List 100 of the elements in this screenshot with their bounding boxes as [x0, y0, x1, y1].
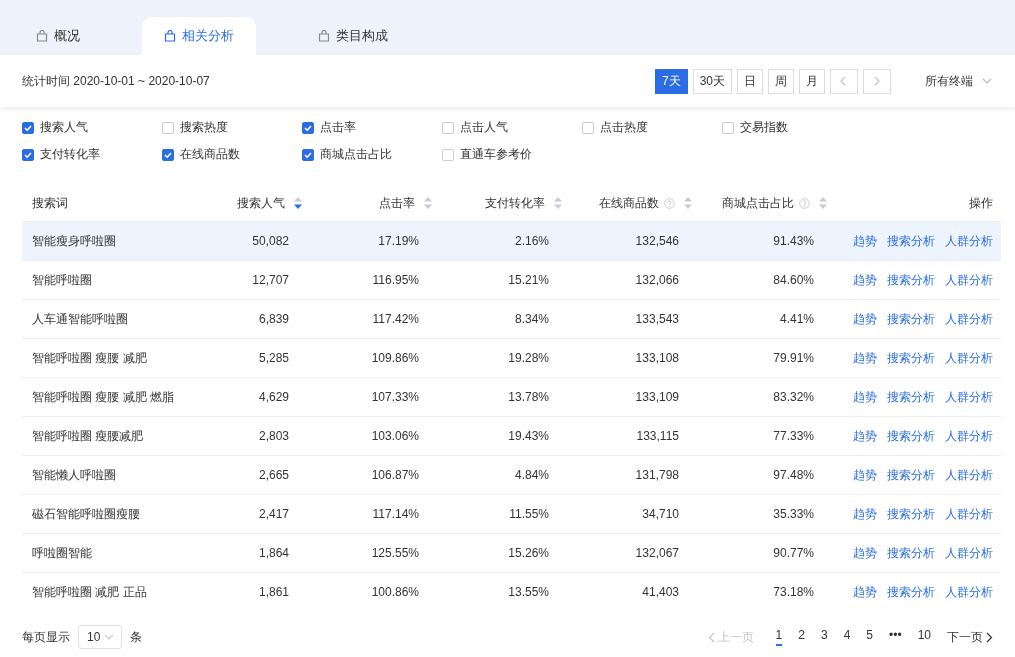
action-link[interactable]: 搜索分析 — [887, 310, 935, 328]
checkbox-label: 支付转化率 — [40, 146, 100, 163]
action-link[interactable]: 趋势 — [853, 349, 877, 367]
table-cell: 107.33% — [371, 390, 419, 404]
action-link[interactable]: 人群分析 — [945, 544, 993, 562]
tab[interactable]: 类目构成 — [296, 17, 410, 55]
table-cell: 132,546 — [635, 234, 679, 248]
column-header[interactable]: 商城点击占比 — [722, 194, 794, 212]
period-button[interactable]: 30天 — [692, 68, 732, 94]
action-link[interactable]: 人群分析 — [945, 466, 993, 484]
checkbox-label: 搜索热度 — [180, 119, 228, 136]
table-cell: 106.87% — [371, 468, 419, 482]
column-header[interactable]: 搜索人气 — [237, 194, 285, 212]
page-size-select[interactable]: 10 — [78, 625, 122, 649]
table-cell: 34,710 — [642, 507, 679, 521]
device-select[interactable]: 所有终端 — [925, 72, 993, 90]
table-row[interactable]: 智能瘦身呼啦圈 50,082 17.19% 2.16% 132,546 91.43% 趋势 搜索分析 人群分析 — [22, 221, 1001, 260]
action-link[interactable]: 搜索分析 — [887, 544, 935, 562]
page-size-unit: 条 — [130, 628, 142, 646]
date-range: 统计时间 2020-10-01 ~ 2020-10-07 — [22, 72, 211, 90]
table-row[interactable]: 呼啦圈智能 1,864 125.55% 15.26% 132,067 90.77% 趋势 搜索分析 人群分析 — [22, 533, 1001, 572]
table-row[interactable]: 智能呼啦圈 瘦腰减肥 2,803 103.06% 19.43% 133,115 77.33% 趋势 搜索分析 人群分析 — [22, 416, 1001, 455]
table-cell: 4.84% — [514, 468, 549, 482]
page-link[interactable]: 4 — [843, 628, 851, 646]
action-link[interactable]: 人群分析 — [945, 505, 993, 523]
prev-button[interactable] — [830, 68, 858, 94]
checkbox[interactable] — [302, 148, 314, 161]
table-cell: 12,707 — [252, 273, 289, 287]
action-link[interactable]: 趋势 — [853, 505, 877, 523]
action-link[interactable]: 人群分析 — [945, 427, 993, 445]
action-link[interactable]: 搜索分析 — [887, 466, 935, 484]
checkbox[interactable] — [22, 121, 34, 134]
column-header[interactable]: 在线商品数 — [599, 194, 659, 212]
action-link[interactable]: 趋势 — [853, 388, 877, 406]
action-link[interactable]: 趋势 — [853, 466, 877, 484]
checkbox-label: 点击人气 — [460, 119, 508, 136]
checkbox-label: 点击率 — [320, 119, 356, 136]
table-cell: 呼啦圈智能 — [32, 544, 92, 562]
action-link[interactable]: 人群分析 — [945, 310, 993, 328]
table-cell: 人车通智能呼啦圈 — [32, 310, 128, 328]
action-link[interactable]: 搜索分析 — [887, 232, 935, 250]
table-cell: 125.55% — [371, 546, 419, 560]
action-link[interactable]: 搜索分析 — [887, 388, 935, 406]
action-link[interactable]: 搜索分析 — [887, 349, 935, 367]
next-page-link[interactable]: 下一页 — [947, 628, 993, 646]
action-link[interactable]: 趋势 — [853, 583, 877, 601]
table-cell: 90.77% — [773, 546, 814, 560]
page-link[interactable]: 1 — [775, 628, 783, 646]
action-link[interactable]: 趋势 — [853, 310, 877, 328]
period-button[interactable]: 7天 — [654, 68, 688, 94]
checkbox-label: 商城点击占比 — [320, 146, 392, 163]
table-cell: 6,839 — [258, 312, 289, 326]
tab[interactable]: 相关分析 — [142, 17, 256, 55]
action-link[interactable]: 搜索分析 — [887, 505, 935, 523]
action-link[interactable]: 趋势 — [853, 271, 877, 289]
page-link[interactable]: 2 — [798, 628, 805, 646]
action-link[interactable]: 搜索分析 — [887, 271, 935, 289]
page-link[interactable]: 10 — [917, 628, 931, 646]
table-row[interactable]: 人车通智能呼啦圈 6,839 117.42% 8.34% 133,543 4.41% 趋势 搜索分析 人群分析 — [22, 299, 1001, 338]
table-cell: 智能懒人呼啦圈 — [32, 466, 116, 484]
checkbox[interactable] — [22, 148, 34, 161]
action-link[interactable]: 人群分析 — [945, 388, 993, 406]
action-link[interactable]: 趋势 — [853, 544, 877, 562]
table-row[interactable]: 智能呼啦圈 瘦腰 减肥 5,285 109.86% 19.28% 133,108 79.91% 趋势 搜索分析 人群分析 — [22, 338, 1001, 377]
column-header[interactable]: 点击率 — [379, 194, 415, 212]
action-link[interactable]: 趋势 — [853, 427, 877, 445]
action-link[interactable]: 人群分析 — [945, 583, 993, 601]
checkbox-label: 交易指数 — [740, 119, 788, 136]
table-cell: 13.78% — [508, 390, 549, 404]
table-row[interactable]: 磁石智能呼啦圈瘦腰 2,417 117.14% 11.55% 34,710 35.33% 趋势 搜索分析 人群分析 — [22, 494, 1001, 533]
action-link[interactable]: 搜索分析 — [887, 427, 935, 445]
action-link[interactable]: 人群分析 — [945, 232, 993, 250]
action-link[interactable]: 人群分析 — [945, 349, 993, 367]
tab[interactable]: 概况 — [14, 17, 102, 55]
table-cell: 1,864 — [258, 546, 289, 560]
table-row[interactable]: 智能呼啦圈 减肥 正品 1,861 100.86% 13.55% 41,403 73.18% 趋势 搜索分析 人群分析 — [22, 572, 1001, 611]
table-row[interactable]: 智能呼啦圈 12,707 116.95% 15.21% 132,066 84.60% 趋势 搜索分析 人群分析 — [22, 260, 1001, 299]
page-link[interactable]: ••• — [889, 628, 902, 646]
checkbox[interactable] — [302, 121, 314, 134]
page-link[interactable]: 3 — [820, 628, 828, 646]
column-header[interactable]: 支付转化率 — [485, 194, 545, 212]
table-cell: 19.28% — [508, 351, 549, 365]
checkbox-label: 搜索人气 — [40, 119, 88, 136]
page-link[interactable]: 5 — [866, 628, 874, 646]
checkbox[interactable] — [162, 148, 174, 161]
period-button[interactable]: 周 — [768, 68, 794, 94]
table-cell: 智能呼啦圈 瘦腰减肥 — [32, 427, 144, 445]
table-cell: 79.91% — [773, 351, 814, 365]
table-cell: 117.42% — [372, 312, 419, 326]
table-cell: 智能呼啦圈 减肥 正品 — [32, 583, 147, 601]
action-link[interactable]: 搜索分析 — [887, 583, 935, 601]
table-cell: 4,629 — [258, 390, 289, 404]
period-button[interactable]: 月 — [799, 68, 825, 94]
table-cell: 133,543 — [635, 312, 679, 326]
action-link[interactable]: 趋势 — [853, 232, 877, 250]
table-row[interactable]: 智能呼啦圈 瘦腰 减肥 燃脂 4,629 107.33% 13.78% 133,109 83.32% 趋势 搜索分析 人群分析 — [22, 377, 1001, 416]
next-button[interactable] — [863, 68, 891, 94]
period-button[interactable]: 日 — [737, 68, 763, 94]
action-link[interactable]: 人群分析 — [945, 271, 993, 289]
table-row[interactable]: 智能懒人呼啦圈 2,665 106.87% 4.84% 131,798 97.48% 趋势 搜索分析 人群分析 — [22, 455, 1001, 494]
